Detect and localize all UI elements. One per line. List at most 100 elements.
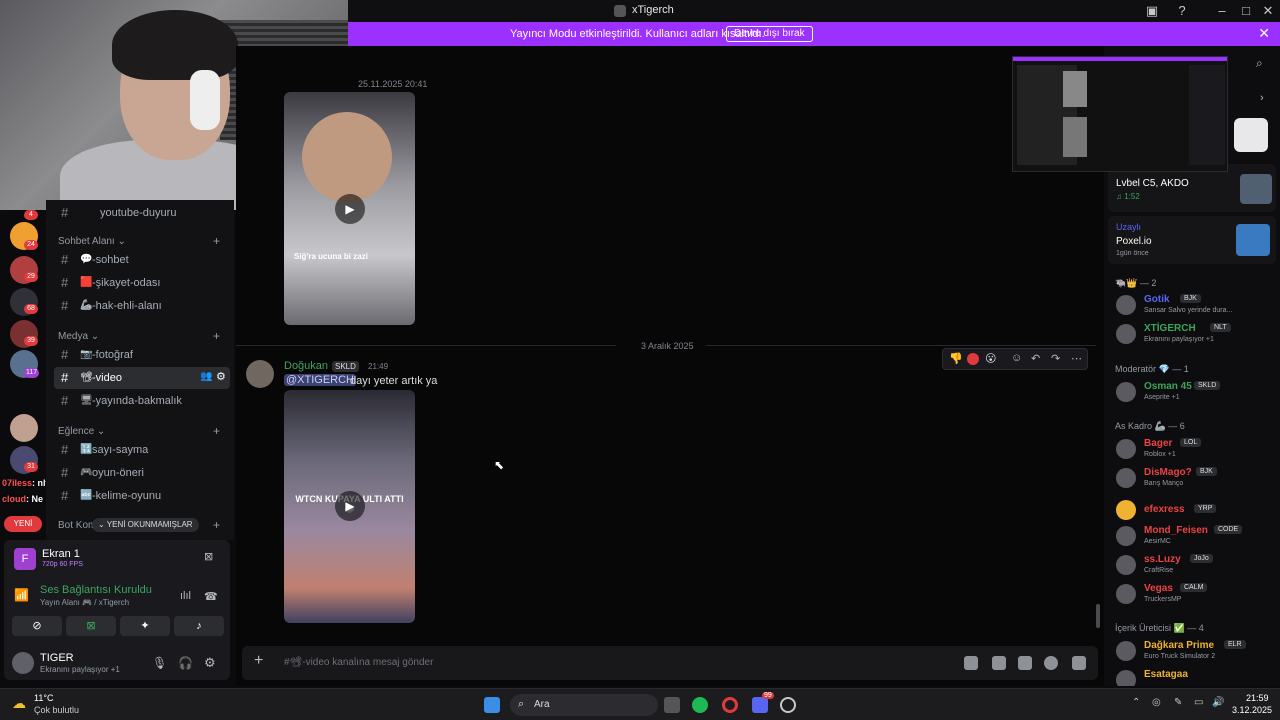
- discord-icon[interactable]: [752, 697, 768, 713]
- help-icon[interactable]: ?: [1174, 3, 1190, 19]
- category-sohbet[interactable]: Sohbet Alanı ⌄: [58, 236, 126, 247]
- forward-icon[interactable]: ↷: [1051, 352, 1060, 365]
- reaction-thumbs-icon[interactable]: 👎: [949, 352, 963, 365]
- add-channel-icon[interactable]: +: [213, 518, 220, 532]
- member-item[interactable]: Bager LOL Roblox +1: [1114, 437, 1280, 463]
- chevron-up-icon[interactable]: ⌃: [1132, 697, 1140, 708]
- app-icon[interactable]: [780, 697, 796, 713]
- add-channel-icon[interactable]: +: [213, 424, 220, 438]
- sticker-icon[interactable]: [1018, 656, 1032, 670]
- emoji-icon[interactable]: [1044, 656, 1058, 670]
- category-bot[interactable]: Bot Kom: [58, 520, 96, 531]
- hash-icon: #: [61, 393, 69, 408]
- inbox-icon[interactable]: ▣: [1144, 3, 1160, 19]
- soundboard-button[interactable]: ♪: [174, 616, 224, 636]
- category-eglence[interactable]: Eğlence ⌄: [58, 426, 105, 437]
- user-mention[interactable]: @XTIGERCH: [284, 374, 357, 386]
- channel-hak-ehli-alani[interactable]: # 🦾 -hak-ehli-alanı: [54, 295, 230, 317]
- member-item[interactable]: XTİGERCH NLT Ekranını paylaşıyor +1: [1114, 322, 1280, 348]
- new-messages-badge[interactable]: YENİ: [4, 516, 42, 532]
- channel-sohbet[interactable]: # 💬 -sohbet: [54, 249, 230, 271]
- add-channel-icon[interactable]: +: [213, 234, 220, 248]
- add-channel-icon[interactable]: +: [213, 329, 220, 343]
- channel-kelime-oyunu[interactable]: # 🔤 -kelime-oyunu: [54, 485, 230, 507]
- member-item[interactable]: DisMago? BJK Barış Manço: [1114, 466, 1280, 492]
- user-settings-icon[interactable]: ⚙: [204, 655, 216, 671]
- avatar[interactable]: [12, 652, 34, 674]
- member-name: Mond_Feisen: [1144, 525, 1208, 536]
- channel-sayi-sayma[interactable]: # 🔢 sayı-sayma: [54, 439, 230, 461]
- weather-icon[interactable]: ☁: [12, 695, 26, 712]
- play-icon[interactable]: ▶: [335, 491, 365, 521]
- stop-stream-icon[interactable]: ⊠: [204, 550, 213, 563]
- category-medya[interactable]: Medya ⌄: [58, 331, 99, 342]
- disable-streamer-mode-button[interactable]: Devre dışı bırak: [726, 26, 813, 42]
- pen-icon[interactable]: ✎: [1174, 697, 1182, 708]
- tray-icon[interactable]: ◎: [1152, 697, 1161, 708]
- disconnect-icon[interactable]: ☎: [204, 590, 218, 603]
- taskbar-search[interactable]: ⌕ Ara: [510, 694, 658, 716]
- maximize-icon[interactable]: □: [1238, 3, 1254, 19]
- gift-icon[interactable]: [964, 656, 978, 670]
- member-item[interactable]: Vegas CALM TruckersMP: [1114, 582, 1280, 608]
- task-view-icon[interactable]: [664, 697, 680, 713]
- unread-messages-pill[interactable]: ⌄ YENİ OKUNMAMIŞLAR: [92, 518, 199, 532]
- screen-share-button[interactable]: ⊠: [66, 616, 116, 636]
- stream-preview[interactable]: [1012, 56, 1228, 172]
- add-member-icon[interactable]: 👥: [200, 371, 212, 382]
- member-item[interactable]: Osman 45 SKLD Aseprite +1: [1114, 380, 1280, 406]
- hash-icon: #: [61, 298, 69, 313]
- member-item[interactable]: Mond_Feisen CODE AesirMC: [1114, 524, 1280, 550]
- avatar[interactable]: [246, 360, 274, 388]
- channel-fotograf[interactable]: # 📷 -fotoğraf: [54, 344, 230, 366]
- camera-toggle-button[interactable]: ⊘: [12, 616, 62, 636]
- clock-date[interactable]: 3.12.2025: [1232, 705, 1272, 715]
- channel-yayinda-bakmalik[interactable]: # 🖥 -yayında-bakmalık: [54, 390, 230, 412]
- minimize-icon[interactable]: –: [1214, 3, 1230, 19]
- reply-icon[interactable]: ↶: [1031, 352, 1040, 365]
- more-icon[interactable]: ⋯: [1071, 352, 1082, 365]
- member-item[interactable]: ss.Luzy JoJo CraftRise: [1114, 553, 1280, 579]
- member-item[interactable]: Dağkara Prime ELR Euro Truck Simulator 2: [1114, 639, 1280, 665]
- member-item[interactable]: Esatagaa: [1114, 668, 1280, 686]
- headphones-icon[interactable]: 🎧: [178, 656, 193, 670]
- avatar: [1116, 382, 1136, 402]
- reaction-red-icon[interactable]: [967, 353, 979, 365]
- add-reaction-icon[interactable]: ☺: [1011, 352, 1022, 364]
- clock-time[interactable]: 21:59: [1246, 693, 1269, 703]
- play-icon[interactable]: ▶: [335, 194, 365, 224]
- apps-icon[interactable]: [1072, 656, 1086, 670]
- channel-video[interactable]: # 📽 -video 👥 ⚙: [54, 367, 230, 389]
- channel-sikayet-odasi[interactable]: # 🟥 -şikayet-odası: [54, 272, 230, 294]
- close-icon[interactable]: ✕: [1258, 25, 1270, 42]
- activities-button[interactable]: ✦: [120, 616, 170, 636]
- member-tag: JoJo: [1190, 554, 1213, 563]
- add-attachment-icon[interactable]: +: [254, 652, 263, 670]
- member-name: efexress: [1144, 504, 1185, 515]
- server-icon[interactable]: [10, 414, 38, 442]
- opera-icon[interactable]: [722, 697, 738, 713]
- microphone-icon[interactable]: 🎙: [152, 656, 167, 670]
- member-item[interactable]: efexress YRP: [1114, 498, 1280, 524]
- activity-card[interactable]: Uzaylı Poxel.io 1gün önce: [1108, 216, 1276, 264]
- start-icon[interactable]: [484, 697, 500, 713]
- channel-youtube-duyuru[interactable]: # youtube-duyuru: [54, 202, 230, 224]
- channel-oyun-oneri[interactable]: # 🎮 oyun-öneri: [54, 462, 230, 484]
- noise-suppression-icon[interactable]: ılıl: [180, 590, 191, 602]
- chevron-right-icon[interactable]: ›: [1260, 92, 1264, 104]
- activity-sub: 1gün önce: [1116, 250, 1149, 257]
- close-window-icon[interactable]: ✕: [1260, 3, 1276, 19]
- monitor-icon[interactable]: ▭: [1194, 697, 1203, 708]
- mouse-cursor-icon: ⬉: [494, 458, 505, 472]
- scrollbar-thumb[interactable]: [1096, 604, 1100, 628]
- gif-icon[interactable]: [992, 656, 1006, 670]
- gear-icon[interactable]: ⚙: [216, 370, 226, 383]
- member-item[interactable]: Gotik BJK Sansar Salvo yerinde dura...: [1114, 293, 1280, 319]
- spotify-icon[interactable]: [692, 697, 708, 713]
- message-composer[interactable]: + #📽-video kanalına mesaj gönder: [242, 646, 1098, 680]
- volume-icon[interactable]: 🔊: [1212, 697, 1224, 708]
- search-icon[interactable]: ⌕: [1256, 56, 1263, 71]
- roblox-icon[interactable]: [1234, 118, 1268, 152]
- message-author[interactable]: Doğukan: [284, 360, 328, 372]
- reaction-face-icon[interactable]: 😮: [985, 352, 996, 365]
